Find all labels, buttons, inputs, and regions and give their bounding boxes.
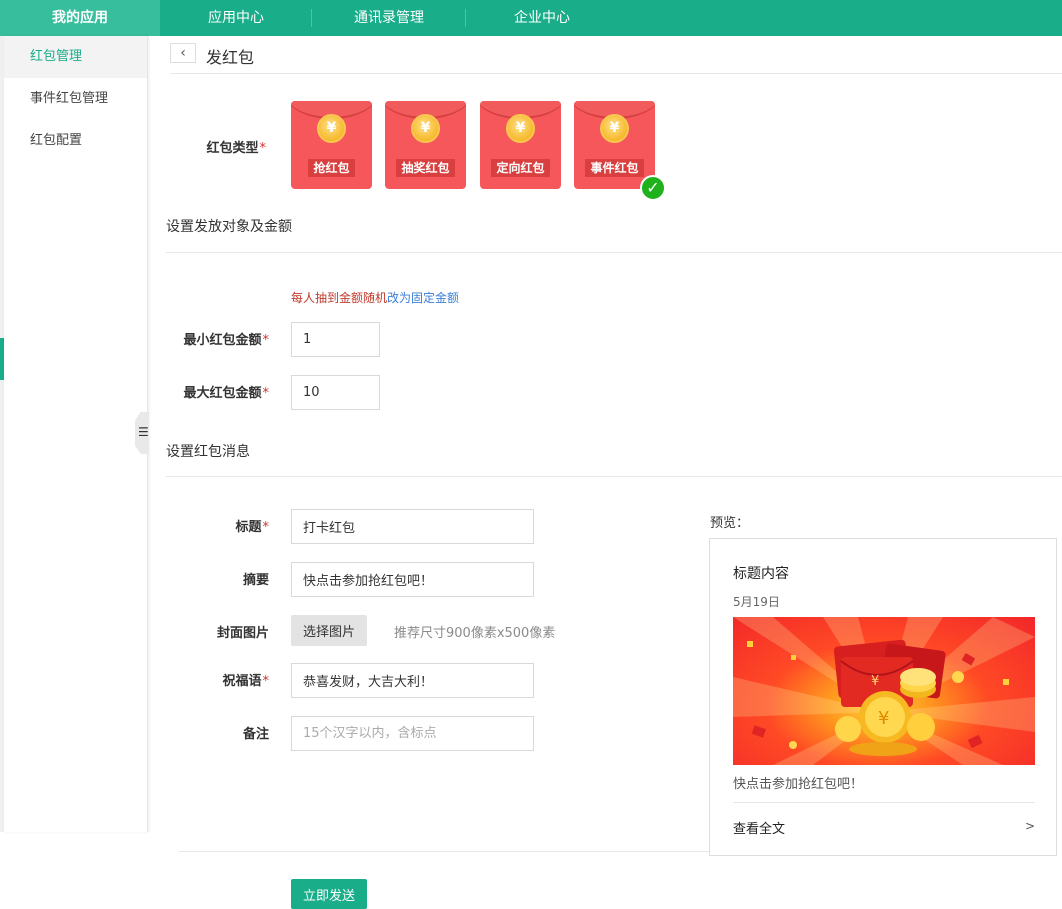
packet-label-wrap: 事件红包 bbox=[574, 159, 655, 177]
chevron-left-icon: ‹ bbox=[180, 45, 186, 61]
red-packet-type-card[interactable]: ¥ 抢红包 bbox=[291, 101, 372, 189]
packet-label-wrap: 抢红包 bbox=[291, 159, 372, 177]
packet-label: 事件红包 bbox=[585, 159, 644, 177]
amount-mode-hint: 每人抽到金额随机改为固定金额 bbox=[291, 289, 459, 306]
sidebar-item-red-packet-config[interactable]: 红包配置 bbox=[4, 120, 147, 162]
top-nav: 我的应用 应用中心 通讯录管理 企业中心 bbox=[0, 0, 1062, 36]
check-icon: ✓ bbox=[640, 175, 666, 201]
required-mark: * bbox=[259, 141, 267, 156]
summary-input[interactable] bbox=[291, 562, 534, 597]
form-footer-divider bbox=[179, 851, 709, 852]
yen-coin-icon: ¥ bbox=[506, 114, 535, 143]
nav-enterprise[interactable]: 企业中心 bbox=[466, 0, 618, 36]
packet-label: 抽奖红包 bbox=[396, 159, 455, 177]
send-now-button[interactable]: 立即发送 bbox=[291, 879, 367, 909]
preview-cover-image: ¥ ¥ bbox=[733, 617, 1035, 765]
random-hint-text: 每人抽到金额随机 bbox=[291, 291, 388, 305]
type-label-text: 红包类型 bbox=[206, 141, 259, 156]
red-packet-type-card[interactable]: ¥ 定向红包 bbox=[480, 101, 561, 189]
menu-icon: ☰ bbox=[138, 425, 149, 439]
preview-divider bbox=[733, 802, 1035, 803]
required-mark: * bbox=[262, 333, 270, 348]
packet-label-wrap: 定向红包 bbox=[480, 159, 561, 177]
section-divider bbox=[166, 476, 1062, 477]
type-label: 红包类型* bbox=[156, 137, 266, 156]
red-packet-type-card[interactable]: ¥ 抽奖红包 bbox=[385, 101, 466, 189]
blessing-label: 祝福语* bbox=[159, 670, 269, 689]
nav-label: 我的应用 bbox=[52, 10, 108, 26]
section-title-message: 设置红包消息 bbox=[166, 444, 250, 460]
sidebar-item-label: 事件红包管理 bbox=[30, 91, 109, 106]
fixed-amount-link[interactable]: 改为固定金额 bbox=[387, 291, 459, 305]
required-mark: * bbox=[262, 386, 270, 401]
blessing-input[interactable] bbox=[291, 663, 534, 698]
svg-text:¥: ¥ bbox=[871, 674, 879, 689]
max-amount-input[interactable] bbox=[291, 375, 380, 410]
sidebar-item-label: 红包配置 bbox=[30, 133, 83, 148]
packet-label: 定向红包 bbox=[491, 159, 550, 177]
back-button[interactable]: ‹ bbox=[170, 43, 196, 63]
sidebar-collapse-handle[interactable]: ☰ bbox=[135, 412, 149, 454]
nav-contacts[interactable]: 通讯录管理 bbox=[312, 0, 466, 36]
blessing-label-text: 祝福语 bbox=[222, 674, 262, 689]
page-title: 发红包 bbox=[206, 48, 255, 67]
red-packet-coins-illustration: ¥ ¥ bbox=[733, 617, 1035, 765]
nav-my-apps[interactable]: 我的应用 bbox=[0, 0, 160, 36]
required-mark: * bbox=[262, 674, 270, 689]
preview-summary: 快点击参加抢红包吧！ bbox=[733, 777, 864, 792]
preview-title: 标题内容 bbox=[733, 566, 789, 582]
sidebar-item-red-packet-manage[interactable]: 红包管理 bbox=[4, 36, 147, 78]
chevron-right-icon: > bbox=[1025, 819, 1036, 833]
sidebar-item-label: 红包管理 bbox=[30, 49, 83, 64]
choose-image-button[interactable]: 选择图片 bbox=[291, 615, 367, 646]
preview-card: 标题内容 5月19日 ¥ ¥ 快点击参加抢红包吧！ 查看全文 > bbox=[709, 538, 1057, 856]
title-input[interactable] bbox=[291, 509, 534, 544]
red-packet-type-card-selected[interactable]: ¥ 事件红包 bbox=[574, 101, 655, 189]
preview-label: 预览： bbox=[710, 516, 750, 531]
yen-coin-icon: ¥ bbox=[600, 114, 629, 143]
header-divider bbox=[170, 73, 1062, 74]
note-label: 备注 bbox=[159, 723, 269, 742]
title-label-text: 标题 bbox=[235, 520, 262, 535]
preview-date: 5月19日 bbox=[733, 595, 780, 609]
note-input[interactable] bbox=[291, 716, 534, 751]
sidebar-item-event-red-packet[interactable]: 事件红包管理 bbox=[4, 78, 147, 120]
max-amount-label-text: 最大红包金额 bbox=[183, 386, 262, 401]
svg-text:¥: ¥ bbox=[878, 708, 889, 729]
section-title-amount: 设置发放对象及金额 bbox=[166, 219, 292, 235]
summary-label-text: 摘要 bbox=[242, 573, 269, 588]
nav-app-center[interactable]: 应用中心 bbox=[160, 0, 312, 36]
note-label-text: 备注 bbox=[242, 727, 269, 742]
max-amount-label: 最大红包金额* bbox=[159, 382, 269, 401]
sidebar: 红包管理 事件红包管理 红包配置 bbox=[4, 36, 148, 832]
nav-label: 企业中心 bbox=[514, 10, 570, 26]
min-amount-label-text: 最小红包金额 bbox=[183, 333, 262, 348]
cover-label-text: 封面图片 bbox=[216, 626, 269, 641]
packet-label: 抢红包 bbox=[308, 159, 355, 177]
read-more-link[interactable]: 查看全文 bbox=[733, 818, 785, 837]
cover-size-hint: 推荐尺寸900像素x500像素 bbox=[394, 626, 556, 641]
yen-coin-icon: ¥ bbox=[317, 114, 346, 143]
yen-coin-icon: ¥ bbox=[411, 114, 440, 143]
title-label: 标题* bbox=[159, 516, 269, 535]
section-divider bbox=[166, 252, 1062, 253]
nav-label: 通讯录管理 bbox=[354, 10, 424, 26]
required-mark: * bbox=[262, 520, 270, 535]
summary-label: 摘要 bbox=[159, 569, 269, 588]
nav-label: 应用中心 bbox=[208, 10, 264, 26]
cover-label: 封面图片 bbox=[159, 622, 269, 641]
min-amount-input[interactable] bbox=[291, 322, 380, 357]
packet-label-wrap: 抽奖红包 bbox=[385, 159, 466, 177]
min-amount-label: 最小红包金额* bbox=[159, 329, 269, 348]
